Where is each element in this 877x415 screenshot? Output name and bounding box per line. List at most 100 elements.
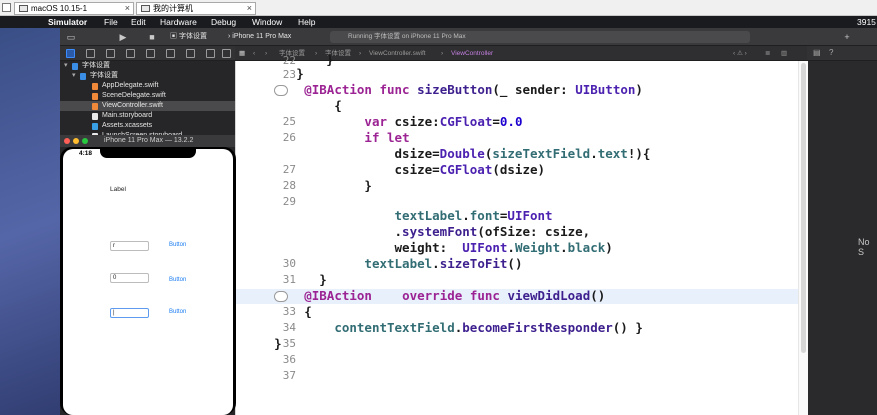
warning-icon[interactable] xyxy=(146,49,155,58)
simulator-titlebar: iPhone 11 Pro Max — 13.2.2 xyxy=(60,135,235,147)
file-item[interactable]: SceneDelegate.swift xyxy=(60,91,235,101)
close-icon[interactable]: × xyxy=(247,3,252,14)
content-text-field[interactable]: | xyxy=(110,308,149,318)
add-icon[interactable]: + xyxy=(840,31,854,43)
iphone-screen: 4:18 Label r Button 0 Button | Button xyxy=(63,149,233,415)
activity-view: Running 字体设置 on iPhone 11 Pro Max xyxy=(330,31,750,43)
navigator-selector-bar xyxy=(60,46,235,61)
file-inspector-icon[interactable]: ▤ xyxy=(813,48,821,57)
run-icon[interactable]: ▶ xyxy=(116,31,130,43)
line-number: 29 xyxy=(282,195,296,208)
code-line: contentTextField.becomeFirstResponder() … xyxy=(334,320,643,335)
code-line: @IBAction override func viewDidLoad() xyxy=(304,288,606,303)
zoom-window-icon[interactable] xyxy=(82,138,88,144)
vm-menu-icon[interactable] xyxy=(2,3,11,12)
computer-icon xyxy=(141,5,150,12)
code-line: csize=CGFloat(dsize) xyxy=(244,162,546,177)
code-line: { xyxy=(244,304,312,319)
assets-icon xyxy=(92,123,98,130)
sidebar-toggle-icon[interactable]: ▭ xyxy=(64,31,78,43)
editor-options-icon[interactable]: ≣ xyxy=(765,46,770,61)
source-control-icon[interactable] xyxy=(86,49,95,58)
folder-icon xyxy=(80,73,86,80)
test-icon[interactable] xyxy=(166,49,175,58)
notch xyxy=(100,149,196,158)
activity-status: Running 字体设置 on iPhone 11 Pro Max xyxy=(348,33,466,40)
menu-hardware[interactable]: Hardware xyxy=(160,16,197,28)
file-item[interactable]: Main.storyboard xyxy=(60,111,235,121)
menubar-status-text: 3915 xyxy=(857,17,876,27)
xcode-toolbar: ▭ ▶ ■ ▣ 字体设置 › iPhone 11 Pro Max Running… xyxy=(60,28,877,46)
menu-window[interactable]: Window xyxy=(252,16,282,28)
vm-tab-my-computer[interactable]: 我的计算机 × xyxy=(136,2,256,15)
close-window-icon[interactable] xyxy=(64,138,70,144)
menu-help[interactable]: Help xyxy=(298,16,315,28)
second-button[interactable]: Button xyxy=(169,277,186,283)
report-icon[interactable] xyxy=(222,49,231,58)
menu-bar: Simulator File Edit Hardware Debug Windo… xyxy=(0,16,877,28)
size-text-field[interactable]: r xyxy=(110,241,149,251)
editor-scrollbar[interactable] xyxy=(798,61,808,415)
file-item[interactable]: Assets.xcassets xyxy=(60,121,235,131)
project-root[interactable]: ▾ 字体设置 xyxy=(60,61,235,71)
help-icon[interactable]: ? xyxy=(829,48,833,57)
code-line: } xyxy=(236,52,334,67)
file-item-selected[interactable]: ViewController.swift xyxy=(60,101,235,111)
search-icon[interactable] xyxy=(126,49,135,58)
line-number: 36 xyxy=(282,353,296,366)
inspector-toolbar: ▤ ? xyxy=(807,46,877,61)
file-name: Main.storyboard xyxy=(102,112,153,119)
vm-tab-label: macOS 10.15-1 xyxy=(31,4,88,13)
app-icon: ▣ xyxy=(170,33,179,40)
no-selection-text: No S xyxy=(858,237,870,257)
menu-debug[interactable]: Debug xyxy=(211,16,236,28)
code-editor[interactable]: 22 23 25 26 27 28 29 30 31 33 34 35 36 3… xyxy=(235,53,808,415)
code-line: } xyxy=(244,336,282,351)
group-folder[interactable]: ▾ 字体设置 xyxy=(60,71,235,81)
close-icon[interactable]: × xyxy=(125,3,130,14)
line-number: 37 xyxy=(282,369,296,382)
stop-icon[interactable]: ■ xyxy=(145,31,159,43)
jump-symbol[interactable]: ViewController xyxy=(451,46,493,61)
vm-tab-strip: macOS 10.15-1 × 我的计算机 × xyxy=(0,0,877,16)
menu-edit[interactable]: Edit xyxy=(131,16,146,28)
disclosure-icon[interactable]: ▾ xyxy=(64,61,68,71)
vm-tab-label: 我的计算机 xyxy=(153,4,193,13)
chevron-right-icon: › xyxy=(359,50,362,57)
breakpoint-icon[interactable] xyxy=(206,49,215,58)
third-button[interactable]: Button xyxy=(169,309,186,315)
vm-tab-macos[interactable]: macOS 10.15-1 × xyxy=(14,2,134,15)
code-line: } xyxy=(244,272,327,287)
scrollbar-thumb[interactable] xyxy=(801,63,806,353)
menu-simulator[interactable]: Simulator xyxy=(48,16,87,28)
menu-file[interactable]: File xyxy=(104,16,118,28)
second-text-field[interactable]: 0 xyxy=(110,273,149,283)
minimize-window-icon[interactable] xyxy=(73,138,79,144)
chevron-right-icon: › xyxy=(441,50,444,57)
warning-nav-icon[interactable]: ‹ ⚠ › xyxy=(733,46,747,61)
status-time: 4:18 xyxy=(79,150,93,157)
disclosure-icon[interactable]: ▾ xyxy=(72,71,76,81)
code-line: } xyxy=(236,66,304,81)
symbol-icon[interactable] xyxy=(106,49,115,58)
size-button[interactable]: Button xyxy=(169,242,186,248)
vm-icon xyxy=(19,5,28,12)
code-line: .systemFont(ofSize: csize, xyxy=(244,224,591,239)
folder-icon[interactable] xyxy=(66,49,75,58)
jump-file[interactable]: ViewController.swift xyxy=(369,46,426,61)
code-line: { xyxy=(244,98,342,113)
simulator-title: iPhone 11 Pro Max — 13.2.2 xyxy=(104,137,194,144)
scheme-selector[interactable]: ▣ 字体设置 xyxy=(170,31,207,43)
iphone-frame: 4:18 Label r Button 0 Button | Button xyxy=(60,147,236,415)
text-label: Label xyxy=(110,186,126,193)
device-name: iPhone 11 Pro Max xyxy=(232,33,292,40)
device-selector[interactable]: › iPhone 11 Pro Max xyxy=(228,31,291,43)
inspector-panel: No S xyxy=(807,61,877,415)
debug-icon[interactable] xyxy=(186,49,195,58)
split-editor-icon[interactable]: ▥ xyxy=(781,46,787,61)
file-item[interactable]: AppDelegate.swift xyxy=(60,81,235,91)
code-line: @IBAction func sizeButton(_ sender: UIBu… xyxy=(304,82,643,97)
swift-file-icon xyxy=(92,103,98,110)
code-line: weight: UIFont.Weight.black) xyxy=(244,240,613,255)
code-line: textLabel.font=UIFont xyxy=(394,208,553,223)
